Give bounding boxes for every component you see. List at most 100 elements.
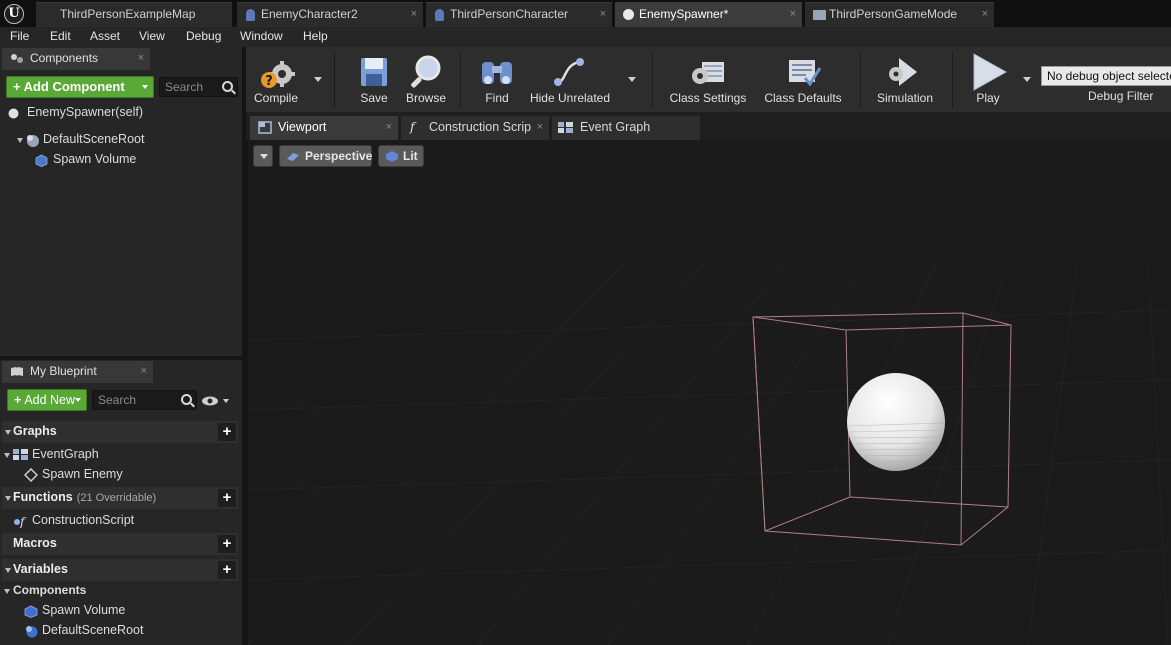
function-constructionscript-row[interactable]: f ConstructionScript bbox=[13, 513, 134, 528]
browse-button[interactable]: Browse bbox=[400, 47, 452, 112]
box-volume-icon bbox=[24, 605, 38, 618]
add-component-button[interactable]: + Add Component bbox=[6, 76, 154, 98]
menu-edit[interactable]: Edit bbox=[50, 29, 71, 43]
section-functions[interactable]: Functions (21 Overridable) + bbox=[2, 487, 238, 509]
components-panel: Components × +Add Component EnemySpawner… bbox=[0, 47, 242, 356]
menu-file[interactable]: File bbox=[10, 29, 29, 43]
component-defaultsceneroot-row[interactable]: DefaultSceneRoot bbox=[16, 132, 144, 147]
expand-arrow-icon[interactable] bbox=[5, 496, 11, 501]
close-icon[interactable]: × bbox=[537, 116, 543, 138]
doc-tab-label: EnemyCharacter2 bbox=[261, 7, 358, 21]
section-macros[interactable]: Macros + bbox=[2, 533, 238, 555]
panel-title: My Blueprint bbox=[30, 364, 97, 378]
close-icon[interactable]: × bbox=[141, 361, 147, 382]
menu-bar: File Edit Asset View Debug Window Help bbox=[0, 27, 1171, 47]
add-new-button[interactable]: + Add New bbox=[7, 389, 87, 411]
find-button[interactable]: Find bbox=[474, 47, 520, 112]
play-button[interactable]: Play bbox=[962, 47, 1014, 112]
actor-sphere-mesh[interactable] bbox=[847, 373, 945, 471]
class-defaults-label: Class Defaults bbox=[764, 91, 842, 105]
view-options-eye-icon[interactable] bbox=[201, 395, 231, 407]
compile-label: Compile bbox=[253, 91, 298, 105]
close-icon[interactable]: × bbox=[790, 3, 796, 26]
unreal-logo-icon[interactable]: U bbox=[4, 4, 24, 24]
compile-icon: ? bbox=[261, 61, 295, 89]
variable-defaultsceneroot-row[interactable]: DefaultSceneRoot bbox=[24, 623, 143, 638]
svg-text:?: ? bbox=[265, 74, 273, 89]
compile-button[interactable]: ? Compile bbox=[250, 47, 302, 112]
close-icon[interactable]: × bbox=[982, 3, 988, 26]
menu-asset[interactable]: Asset bbox=[90, 29, 120, 43]
search-icon[interactable] bbox=[181, 394, 192, 405]
doc-tab-thirdpersoncharacter[interactable]: ThirdPersonCharacter × bbox=[426, 2, 612, 27]
toolbar-separator bbox=[652, 51, 653, 108]
add-variable-button[interactable]: + bbox=[218, 561, 236, 579]
hide-unrelated-chevron-icon[interactable] bbox=[628, 77, 636, 82]
hide-unrelated-button[interactable]: Hide Unrelated bbox=[528, 47, 612, 112]
save-button[interactable]: Save bbox=[350, 47, 398, 112]
perspective-button[interactable]: Perspective bbox=[279, 145, 372, 167]
function-icon: f bbox=[410, 119, 415, 134]
viewport-canvas[interactable]: Perspective Lit bbox=[248, 140, 1171, 645]
tab-my-blueprint[interactable]: My Blueprint × bbox=[2, 361, 153, 383]
section-graphs[interactable]: Graphs + bbox=[2, 421, 238, 443]
close-icon[interactable]: × bbox=[600, 3, 606, 26]
actor-sphere-icon bbox=[8, 108, 19, 119]
class-defaults-button[interactable]: Class Defaults bbox=[760, 47, 846, 112]
close-icon[interactable]: × bbox=[138, 48, 144, 69]
doc-tab-label: ThirdPersonCharacter bbox=[450, 7, 569, 21]
hide-unrelated-icon bbox=[554, 58, 584, 86]
section-variables[interactable]: Variables + bbox=[2, 559, 238, 581]
play-options-chevron-icon[interactable] bbox=[1023, 77, 1031, 82]
section-label: Variables bbox=[13, 562, 68, 576]
section-label: Functions bbox=[13, 490, 73, 504]
doc-tab-enemyspawner[interactable]: EnemySpawner* × bbox=[615, 2, 802, 27]
doc-tab-thirdpersonexamplemap[interactable]: ThirdPersonExampleMap bbox=[36, 2, 232, 27]
add-function-button[interactable]: + bbox=[218, 489, 236, 507]
book-icon bbox=[11, 367, 23, 376]
doc-tab-thirdpersongamemode[interactable]: ThirdPersonGameMode × bbox=[805, 2, 994, 27]
doc-tab-enemycharacter2[interactable]: EnemyCharacter2 × bbox=[237, 2, 423, 27]
components-icon bbox=[11, 54, 23, 63]
search-icon[interactable] bbox=[222, 81, 233, 92]
menu-view[interactable]: View bbox=[139, 29, 165, 43]
menu-help[interactable]: Help bbox=[303, 29, 328, 43]
tab-viewport[interactable]: Viewport × bbox=[250, 116, 398, 140]
expand-arrow-icon[interactable] bbox=[5, 568, 11, 573]
viewport-options-button[interactable] bbox=[253, 145, 273, 167]
menu-window[interactable]: Window bbox=[240, 29, 283, 43]
section-label: Graphs bbox=[13, 424, 57, 438]
tab-construction-script[interactable]: f Construction Scrip × bbox=[401, 116, 549, 140]
variable-spawnvolume-row[interactable]: Spawn Volume bbox=[24, 603, 125, 618]
category-label: Components bbox=[13, 583, 87, 597]
close-icon[interactable]: × bbox=[411, 3, 417, 26]
toolbar-separator bbox=[952, 51, 953, 108]
my-blueprint-search[interactable] bbox=[92, 390, 197, 410]
close-icon[interactable]: × bbox=[386, 116, 392, 138]
add-macro-button[interactable]: + bbox=[218, 535, 236, 553]
tab-label: Viewport bbox=[278, 120, 327, 134]
variables-components-category[interactable]: Components bbox=[4, 583, 86, 597]
my-blueprint-panel: My Blueprint × +Add New Graphs + EventGr… bbox=[0, 360, 242, 645]
component-self-row[interactable]: EnemySpawner(self) bbox=[8, 105, 143, 119]
expand-arrow-icon[interactable] bbox=[5, 430, 11, 435]
component-self-label: EnemySpawner(self) bbox=[27, 105, 144, 119]
components-search[interactable] bbox=[159, 77, 238, 97]
doc-tab-label: ThirdPersonGameMode bbox=[829, 7, 958, 21]
simulation-button[interactable]: Simulation bbox=[870, 47, 940, 112]
add-graph-button[interactable]: + bbox=[218, 423, 236, 441]
debug-object-select[interactable]: No debug object selected bbox=[1041, 66, 1171, 86]
expand-arrow-icon[interactable] bbox=[4, 453, 10, 458]
expand-arrow-icon[interactable] bbox=[17, 138, 23, 143]
menu-debug[interactable]: Debug bbox=[186, 29, 221, 43]
class-settings-button[interactable]: Class Settings bbox=[666, 47, 750, 112]
graph-eventgraph-row[interactable]: EventGraph bbox=[4, 447, 99, 461]
component-spawnvolume-row[interactable]: Spawn Volume bbox=[35, 152, 136, 167]
save-icon bbox=[361, 58, 387, 86]
compile-options-chevron-icon[interactable] bbox=[314, 77, 322, 82]
graph-spawnenemy-row[interactable]: Spawn Enemy bbox=[24, 467, 123, 482]
expand-arrow-icon[interactable] bbox=[4, 589, 10, 594]
lit-view-mode-button[interactable]: Lit bbox=[378, 145, 424, 167]
tab-components[interactable]: Components × bbox=[2, 48, 150, 70]
tab-event-graph[interactable]: Event Graph bbox=[552, 116, 700, 140]
